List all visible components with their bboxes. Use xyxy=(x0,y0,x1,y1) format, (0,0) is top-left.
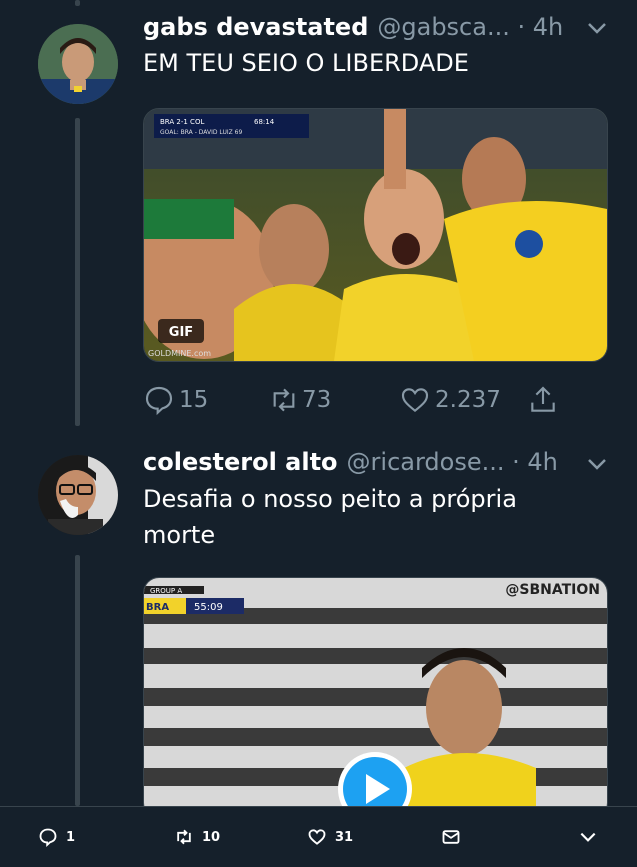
video-clock: 55:09 xyxy=(194,602,223,613)
tweet-text: EM TEU SEIO O LIBERDADE xyxy=(143,49,469,77)
heart-icon xyxy=(308,829,326,845)
like-count: 2.237 xyxy=(435,387,501,413)
reply-icon xyxy=(145,386,173,416)
bottom-reply-button[interactable]: 1 xyxy=(38,827,75,847)
thread-line-2 xyxy=(75,555,80,806)
bottom-reply-count: 1 xyxy=(66,829,76,845)
retweet-icon xyxy=(273,388,295,412)
bottom-like-count: 31 xyxy=(335,829,354,845)
video-thumbnail: GROUP A BRA 55:09 @SBNATION xyxy=(144,578,607,818)
heart-icon xyxy=(401,388,429,413)
reply-button[interactable]: 15 xyxy=(143,384,208,416)
bottom-message-button[interactable] xyxy=(441,827,469,847)
tweet-actions: 15 73 2.237 xyxy=(143,384,583,418)
bottom-action-bar: 1 10 31 xyxy=(0,806,637,867)
chevron-down-icon xyxy=(580,832,596,842)
scoreboard-teams: BRA 2-1 COL xyxy=(160,118,204,126)
avatar-image xyxy=(38,24,118,104)
scoreboard-scorer: GOAL: BRA - DAVID LUIZ 69 xyxy=(160,129,242,136)
share-button[interactable] xyxy=(527,384,559,416)
gif-badge: GIF xyxy=(169,325,193,340)
chevron-down-icon[interactable] xyxy=(585,16,609,40)
bottom-like-button[interactable]: 31 xyxy=(307,827,353,847)
chevron-down-icon[interactable] xyxy=(585,452,609,476)
network-watermark: @SBNATION xyxy=(505,582,600,598)
reply-count: 15 xyxy=(179,387,209,413)
tweet-media-video[interactable]: GROUP A BRA 55:09 @SBNATION xyxy=(143,577,608,819)
display-name[interactable]: gabs devastated xyxy=(143,13,368,41)
scoreboard-time: 68:14 xyxy=(254,118,275,126)
video-group-label: GROUP A xyxy=(150,587,182,595)
envelope-icon xyxy=(442,830,460,844)
reply-icon xyxy=(39,828,57,847)
gif-image: BRA 2-1 COL 68:14 GOAL: BRA - DAVID LUIZ… xyxy=(144,109,607,361)
bottom-more-button[interactable] xyxy=(578,827,606,847)
tweet-header: gabs devastated @gabsca... · 4h xyxy=(143,10,563,44)
bottom-retweet-count: 10 xyxy=(202,829,221,845)
bottom-retweet-button[interactable]: 10 xyxy=(174,827,220,847)
display-name[interactable]: colesterol alto xyxy=(143,448,338,476)
share-icon xyxy=(531,386,555,412)
avatar-gabs[interactable] xyxy=(38,24,118,104)
thread-line-1 xyxy=(75,118,80,426)
username-and-time[interactable]: @gabsca... · 4h xyxy=(377,13,563,41)
thread-line-top xyxy=(75,0,80,6)
username-and-time[interactable]: @ricardose... · 4h xyxy=(347,448,558,476)
retweet-icon xyxy=(177,829,191,845)
retweet-button[interactable]: 73 xyxy=(268,384,331,416)
gif-credit: GOLDMINE.com xyxy=(148,349,211,358)
tweet-header: colesterol alto @ricardose... · 4h xyxy=(143,445,558,479)
video-team: BRA xyxy=(146,602,169,613)
like-button[interactable]: 2.237 xyxy=(399,384,501,416)
tweet-media-gif[interactable]: BRA 2-1 COL 68:14 GOAL: BRA - DAVID LUIZ… xyxy=(143,108,608,362)
avatar-image xyxy=(38,455,118,535)
tweet-text: Desafia o nosso peito a própria morte xyxy=(143,485,517,549)
retweet-count: 73 xyxy=(302,387,332,413)
avatar-colesterol[interactable] xyxy=(38,455,118,535)
